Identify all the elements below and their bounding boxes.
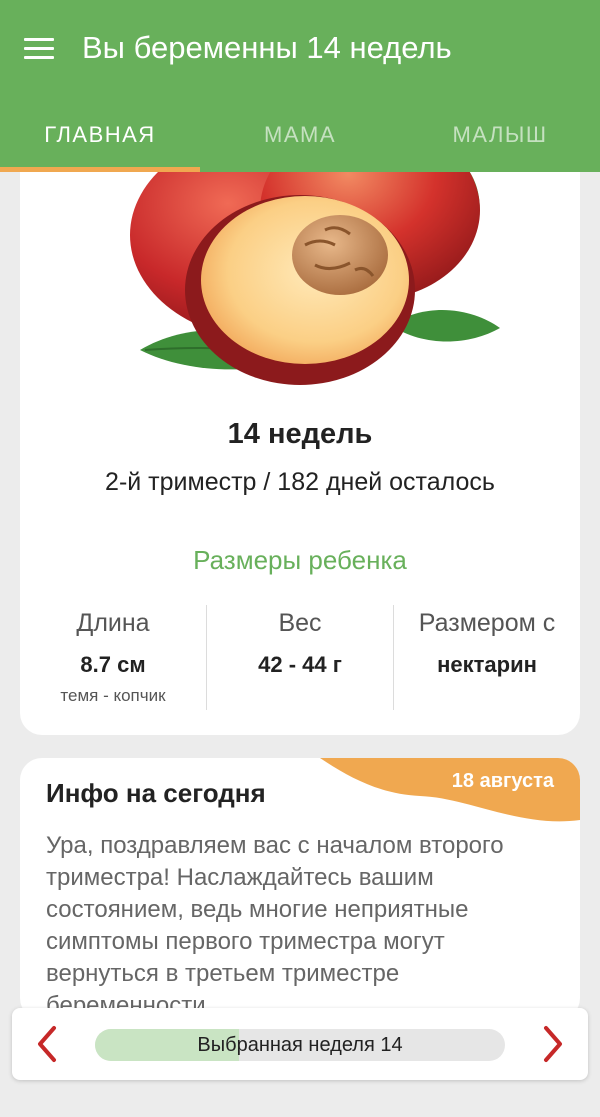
daily-info-card[interactable]: 18 августа Инфо на сегодня Ура, поздравл… (20, 758, 580, 1020)
baby-sizes-title: Размеры ребенка (193, 545, 407, 575)
tab-bar: ГЛАВНАЯ МАМА МАЛЫШ (0, 100, 600, 172)
stat-length-sub: темя - копчик (60, 686, 166, 705)
week-selector-bar: Выбранная неделя 14 (12, 1008, 588, 1080)
app-bar: Вы беременны 14 недель ГЛАВНАЯ МАМА МАЛЫ… (0, 0, 600, 172)
baby-stats: Длина 8.7 см темя - копчик Вес 42 - 44 г… (20, 605, 580, 710)
info-title: Инфо на сегодня (46, 778, 266, 808)
info-text: Ура, поздравляем вас с началом второго т… (46, 832, 504, 1019)
chevron-right-icon[interactable] (540, 1024, 568, 1064)
stat-length-label: Длина (76, 609, 150, 637)
selected-week-label: Выбранная неделя 14 (197, 1034, 403, 1056)
stat-weight: Вес 42 - 44 г (206, 605, 393, 710)
stat-weight-value: 42 - 44 г (258, 652, 342, 677)
tab-mom[interactable]: МАМА (200, 100, 400, 172)
hamburger-menu-icon[interactable] (24, 38, 56, 62)
stat-size-label: Размером с (418, 609, 556, 637)
stat-size-value: нектарин (437, 652, 537, 677)
stat-length-value: 8.7 см (80, 652, 146, 677)
trimester-info: 2-й триместр / 182 дней осталось (105, 468, 495, 496)
chevron-left-icon[interactable] (32, 1024, 60, 1064)
nectarine-illustration (130, 150, 500, 385)
week-progress-bar[interactable]: Выбранная неделя 14 (95, 1029, 505, 1061)
tab-home[interactable]: ГЛАВНАЯ (0, 100, 200, 172)
stat-size-compare: Размером с нектарин (393, 605, 580, 710)
week-summary-card: 14 недель 2-й триместр / 182 дней остало… (20, 150, 580, 735)
tab-baby[interactable]: МАЛЫШ (400, 100, 600, 172)
week-title: 14 недель (227, 418, 373, 450)
app-title: Вы беременны 14 недель (82, 30, 452, 65)
date-badge: 18 августа (451, 770, 554, 792)
stat-length: Длина 8.7 см темя - копчик (20, 605, 206, 710)
stat-weight-label: Вес (278, 609, 322, 637)
